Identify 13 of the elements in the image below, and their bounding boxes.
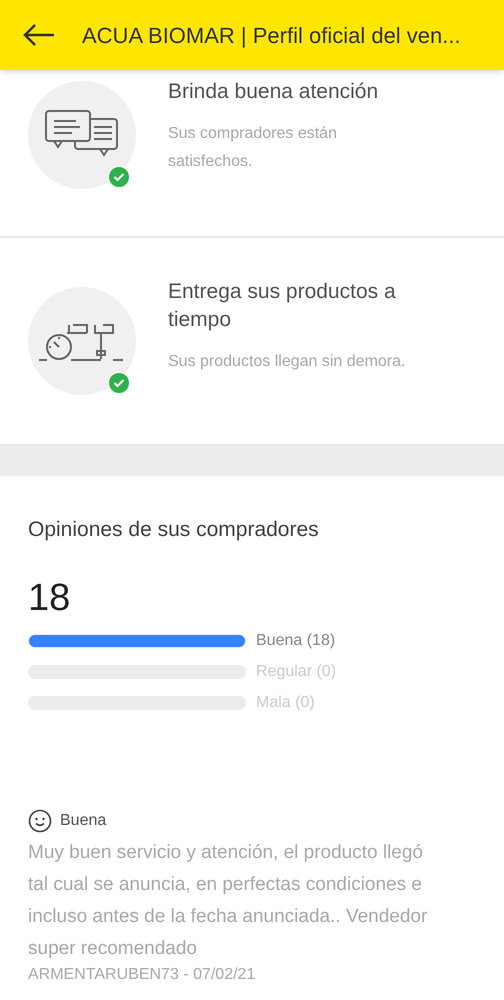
back-icon	[22, 23, 56, 47]
review-text: Muy buen servicio y atención, el producto llegó tal cual se anuncia, en perfectas condiciones e incluso antes de la fecha anunciada.. Vendedor super recomendado	[28, 841, 428, 961]
feature-title: Entrega sus productos a tiempo	[168, 279, 397, 333]
feature-description: Sus productos llegan sin demora.	[168, 352, 406, 372]
review-count: 18	[28, 576, 70, 620]
feature-title: Brinda buena atención	[168, 79, 380, 105]
review-rating: Buena	[60, 811, 106, 831]
rating-label: Buena (18)	[256, 630, 336, 650]
feature-description: Sus compradores están satisfechos.	[168, 124, 338, 172]
review-author: ARMENTARUBEN73 - 07/02/21	[28, 965, 256, 985]
smiley-icon	[28, 809, 52, 833]
section-title: Opiniones de sus compradores	[28, 517, 320, 543]
page-title: ACUA BIOMAR | Perfil oficial del ven...	[82, 22, 461, 50]
